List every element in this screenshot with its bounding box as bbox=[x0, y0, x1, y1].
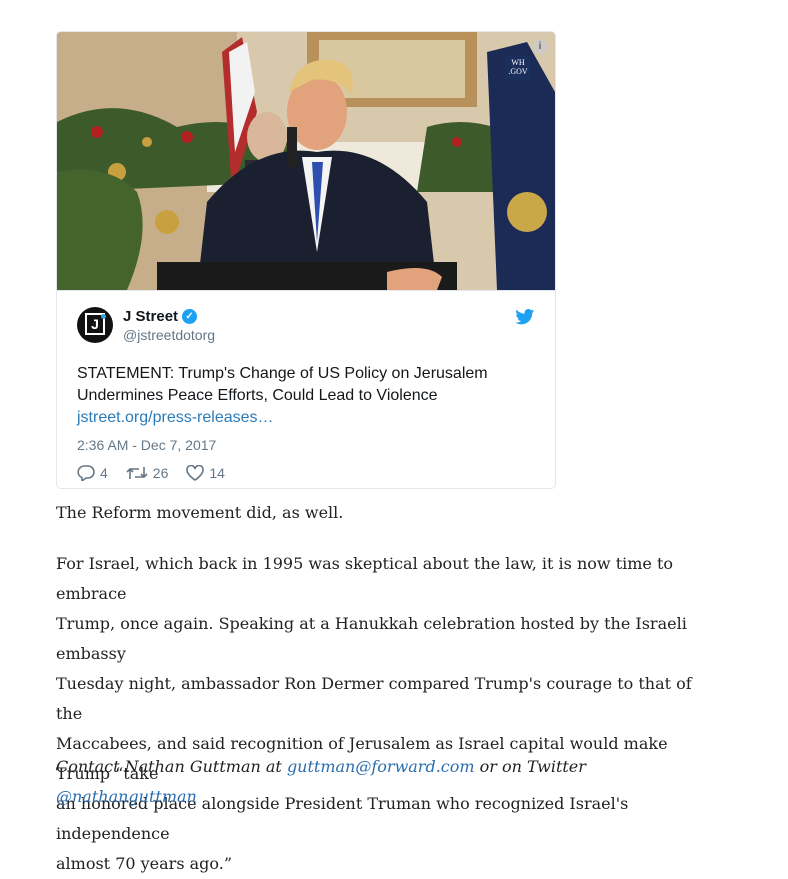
avatar-dot bbox=[101, 314, 106, 319]
author-names: J Street ✓ @jstreetdotorg bbox=[123, 308, 215, 343]
tweet-link[interactable]: jstreet.org/press-releases… bbox=[77, 407, 535, 429]
tweet-actions: 4 26 14 bbox=[77, 465, 535, 481]
embedded-tweet[interactable]: WH .GOV i J J Street ✓ @jstreetdotorg STA… bbox=[56, 31, 556, 489]
reply-icon bbox=[77, 465, 95, 481]
contact-middle: or on Twitter bbox=[474, 757, 586, 776]
display-name-text: J Street bbox=[123, 307, 179, 325]
info-icon[interactable]: i bbox=[533, 40, 547, 54]
tweet-video-thumbnail[interactable]: WH .GOV i bbox=[57, 32, 555, 291]
author-handle[interactable]: @jstreetdotorg bbox=[123, 327, 215, 343]
tweet-author[interactable]: J J Street ✓ @jstreetdotorg bbox=[77, 305, 535, 345]
avatar[interactable]: J bbox=[77, 307, 113, 343]
tweet-body: J J Street ✓ @jstreetdotorg STATEMENT: T… bbox=[57, 291, 555, 481]
tweet-timestamp[interactable]: 2:36 AM - Dec 7, 2017 bbox=[77, 437, 535, 453]
article-paragraph-israel: For Israel, which back in 1995 was skept… bbox=[56, 549, 696, 879]
author-twitter-link[interactable]: @nathanguttman bbox=[56, 787, 197, 806]
reply-action[interactable]: 4 bbox=[77, 465, 108, 481]
like-count: 14 bbox=[209, 465, 225, 481]
like-action[interactable]: 14 bbox=[186, 465, 225, 481]
paragraph-line: almost 70 years ago.” bbox=[56, 854, 233, 873]
wh-gov-badge: WH .GOV bbox=[505, 56, 531, 80]
author-email-link[interactable]: guttman@forward.com bbox=[287, 757, 475, 776]
tweet-text-line1: STATEMENT: Trump's Change of US Policy o… bbox=[77, 365, 488, 382]
retweet-action[interactable]: 26 bbox=[126, 465, 169, 481]
twitter-bird-icon[interactable] bbox=[515, 309, 535, 325]
verified-icon: ✓ bbox=[182, 308, 198, 324]
reply-count: 4 bbox=[100, 465, 108, 481]
like-icon bbox=[186, 465, 205, 481]
paragraph-line: Trump, once again. Speaking at a Hanukka… bbox=[56, 614, 687, 663]
paragraph-line: For Israel, which back in 1995 was skept… bbox=[56, 554, 674, 603]
author-contact: Contact Nathan Guttman at guttman@forwar… bbox=[56, 752, 696, 812]
wh-badge-line1: WH bbox=[511, 58, 525, 67]
press-conference-image bbox=[57, 32, 555, 290]
contact-prefix: Contact Nathan Guttman at bbox=[56, 757, 287, 776]
wh-badge-line2: .GOV bbox=[508, 67, 528, 76]
author-display-name[interactable]: J Street ✓ bbox=[123, 308, 215, 325]
tweet-text-line2: Undermines Peace Efforts, Could Lead to … bbox=[77, 387, 438, 404]
retweet-count: 26 bbox=[152, 465, 169, 481]
paragraph-line: Tuesday night, ambassador Ron Dermer com… bbox=[56, 674, 692, 723]
article-paragraph-reform: The Reform movement did, as well. bbox=[56, 503, 344, 522]
retweet-icon bbox=[126, 467, 148, 479]
tweet-text: STATEMENT: Trump's Change of US Policy o… bbox=[77, 363, 535, 429]
